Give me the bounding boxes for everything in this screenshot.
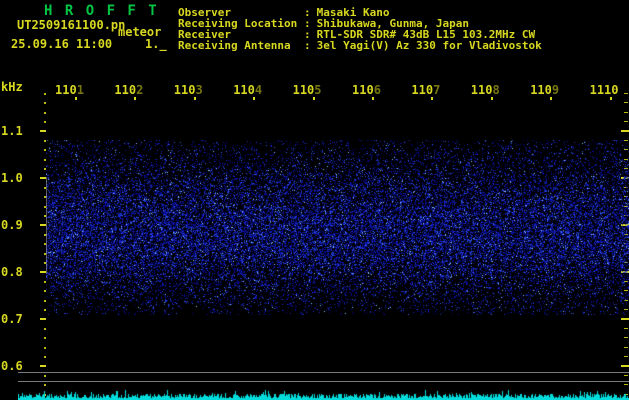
freq-major-tick-left [40,318,46,320]
time-minor-tick [253,97,255,100]
time-minor-tick [313,97,315,100]
freq-major-tick-left [40,130,46,132]
time-minor-tick [134,97,136,100]
freq-minor-tick-right [624,112,628,113]
spectrogram-noise-band [46,140,629,315]
info-label: Receiving Antenna [178,39,304,52]
freq-tick-label: 0.7 [1,312,23,326]
time-tick-label: 1104 [233,83,262,97]
freq-minor-tick-right [624,375,628,376]
freq-major-tick-right [621,365,629,367]
time-tick-label: 1107 [411,83,440,97]
freq-tick-label: 0.9 [1,218,23,232]
time-minor-tick [610,97,612,100]
time-tick-label: 1101 [55,83,84,97]
freq-minor-tick-right [624,93,628,94]
echo-counter: 1._ [145,37,167,51]
capture-filename: UT2509161100.pn [17,18,125,32]
freq-minor-tick-right [624,337,628,338]
freq-minor-tick-right [624,356,628,357]
time-tick-label: 1106 [352,83,381,97]
freq-tick-label: 1.0 [1,171,23,185]
freq-minor-tick-right [624,121,628,122]
freq-minor-tick-left [44,337,46,339]
time-tick-label: 1102 [114,83,143,97]
info-value: 3el Yagi(V) Az 330 for Vladivostok [317,39,542,52]
freq-tick-label: 0.6 [1,359,23,373]
app-title: H R O F F T [44,3,159,19]
time-tick-label: 1105 [293,83,322,97]
separator-line-upper [18,372,629,373]
freq-minor-tick-right [624,328,628,329]
freq-minor-tick-left [44,102,46,104]
info-colon: : [304,39,311,52]
signal-level-trace [18,388,629,400]
freq-minor-tick-right [624,384,628,385]
time-tick-label: 1108 [471,83,500,97]
time-tick-label: 1110 [590,83,619,97]
time-minor-tick [372,97,374,100]
freq-minor-tick-left [44,375,46,377]
freq-minor-tick-left [44,347,46,349]
freq-tick-label: 0.8 [1,265,23,279]
freq-major-tick-left [40,365,46,367]
time-minor-tick [194,97,196,100]
freq-major-tick-right [621,130,629,132]
hrofft-screen: H R O F F T UT2509161100.pn meteor 25.09… [0,0,629,400]
freq-major-tick-right [621,318,629,320]
freq-minor-tick-left [44,93,46,95]
info-row-antenna: Receiving Antenna:3el Yagi(V) Az 330 for… [178,39,542,52]
freq-tick-label: 1.1 [1,124,23,138]
separator-line-lower [18,381,629,382]
time-tick-label: 1103 [174,83,203,97]
capture-datetime: 25.09.16 11:00 [11,37,112,51]
freq-minor-tick-left [44,356,46,358]
time-minor-tick [491,97,493,100]
freq-unit-label: kHz [1,80,23,94]
spectrogram-left-edge [46,177,47,274]
freq-minor-tick-left [44,121,46,123]
time-minor-tick [550,97,552,100]
time-tick-label: 1109 [530,83,559,97]
time-minor-tick [431,97,433,100]
freq-minor-tick-left [44,328,46,330]
freq-minor-tick-left [44,112,46,114]
time-minor-tick [75,97,77,100]
freq-minor-tick-left [44,384,46,386]
freq-minor-tick-right [624,102,628,103]
freq-minor-tick-right [624,347,628,348]
